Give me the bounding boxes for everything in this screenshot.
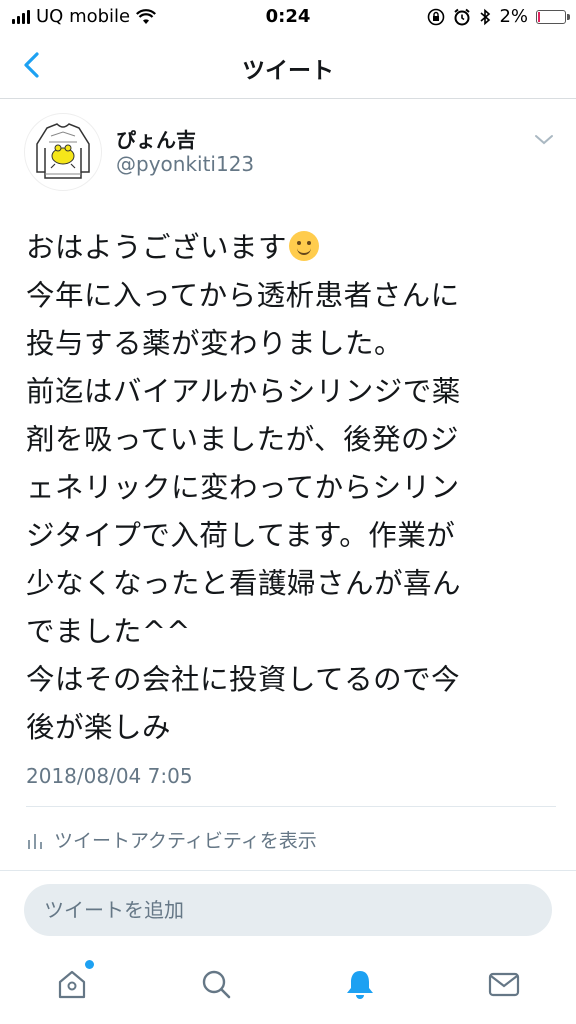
navigation-bar: ツイート	[0, 34, 576, 99]
divider	[0, 870, 576, 871]
battery-icon	[536, 9, 570, 24]
battery-percent: 2%	[499, 6, 528, 27]
author-name[interactable]: ぴょん吉	[116, 124, 196, 153]
chevron-down-icon[interactable]	[532, 128, 556, 152]
mail-icon	[488, 972, 520, 997]
tweet-activity-label: ツイートアクティビティを表示	[54, 830, 317, 852]
search-icon	[202, 970, 231, 999]
home-icon	[58, 970, 86, 999]
notification-dot	[85, 960, 94, 969]
tweet-timestamp[interactable]: 2018/08/04 7:05	[26, 764, 193, 788]
alarm-icon	[454, 8, 471, 25]
tab-messages[interactable]	[486, 966, 522, 1002]
tab-notifications[interactable]	[342, 966, 378, 1002]
tweet-activity-link[interactable]: ツイートアクティビティを表示	[26, 826, 317, 853]
bell-icon	[347, 971, 373, 999]
bluetooth-icon	[480, 8, 491, 25]
bar-chart-icon	[28, 833, 42, 849]
avatar[interactable]	[24, 113, 102, 191]
reply-input[interactable]: ツイートを追加	[24, 884, 552, 936]
orientation-lock-icon	[428, 8, 445, 25]
sweater-frog-avatar-image	[36, 123, 90, 179]
smiling-face-emoji-icon	[289, 231, 320, 261]
tab-bar	[0, 950, 576, 1024]
tab-search[interactable]	[198, 966, 234, 1002]
tweet-text-body: 今年に入ってから透析患者さんに 投与する薬が変わりました。 前迄はバイアルからシ…	[26, 279, 462, 744]
tweet-text-line1: おはようございます	[26, 231, 288, 264]
author-handle[interactable]: @pyonkiti123	[116, 152, 254, 176]
divider	[26, 806, 556, 807]
status-icons: 2%	[427, 6, 570, 27]
tweet-text: おはようございます 今年に入ってから透析患者さんに 投与する薬が変わりました。 …	[26, 224, 556, 752]
status-bar: UQ mobile 0:24 2%	[0, 0, 576, 34]
tab-home[interactable]	[54, 960, 94, 1002]
page-title: ツイート	[242, 58, 334, 84]
